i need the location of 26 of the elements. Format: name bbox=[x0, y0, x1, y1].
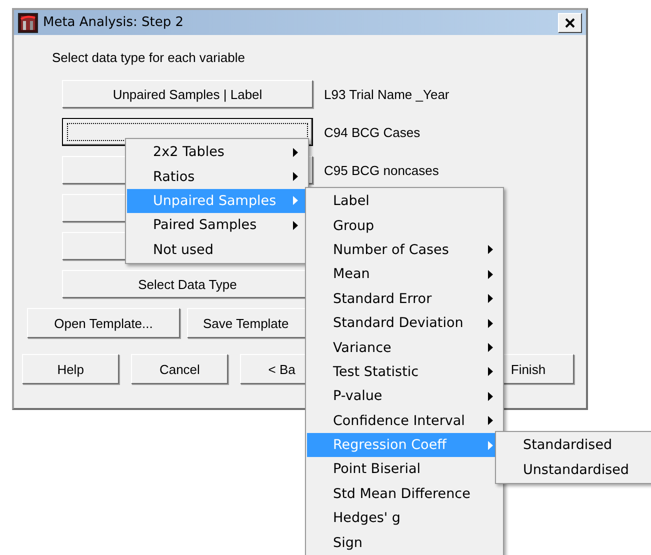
variable-name: C94 BCG Cases bbox=[324, 124, 422, 140]
template-button[interactable]: Open Template... bbox=[27, 308, 180, 338]
menu-item[interactable]: Label bbox=[307, 189, 502, 214]
menu-item[interactable]: 2x2 Tables bbox=[127, 140, 307, 164]
menu-item[interactable]: P-value bbox=[307, 384, 502, 409]
variable-name: C95 BCG noncases bbox=[324, 162, 440, 178]
menu-item[interactable]: Sign bbox=[307, 530, 502, 555]
menu-item[interactable]: Group bbox=[307, 213, 502, 238]
menu-item[interactable]: Confidence Interval bbox=[307, 408, 502, 433]
close-button[interactable] bbox=[558, 12, 582, 32]
menu-item[interactable]: Paired Samples bbox=[127, 213, 307, 238]
footer-button[interactable]: Finish bbox=[502, 354, 574, 384]
window-title: Meta Analysis: Step 2 bbox=[43, 15, 184, 30]
close-icon bbox=[565, 18, 575, 28]
app-icon bbox=[18, 12, 38, 32]
menu-item[interactable]: Std Mean Difference bbox=[307, 482, 502, 506]
menu-item[interactable]: Unstandardised bbox=[497, 457, 651, 482]
footer-button[interactable]: Cancel bbox=[131, 354, 228, 384]
data-type-button[interactable]: Unpaired Samples | Label bbox=[62, 80, 313, 108]
footer-button[interactable]: Help bbox=[22, 354, 120, 384]
variable-name: L93 Trial Name _Year bbox=[324, 86, 450, 102]
menu-item[interactable]: Ratios bbox=[127, 164, 307, 189]
instruction-text: Select data type for each variable bbox=[52, 50, 246, 67]
menu-item[interactable]: Number of Cases bbox=[307, 238, 502, 262]
menu-item[interactable]: Not used bbox=[127, 238, 307, 262]
menu-item[interactable]: Hedges' g bbox=[307, 506, 502, 530]
